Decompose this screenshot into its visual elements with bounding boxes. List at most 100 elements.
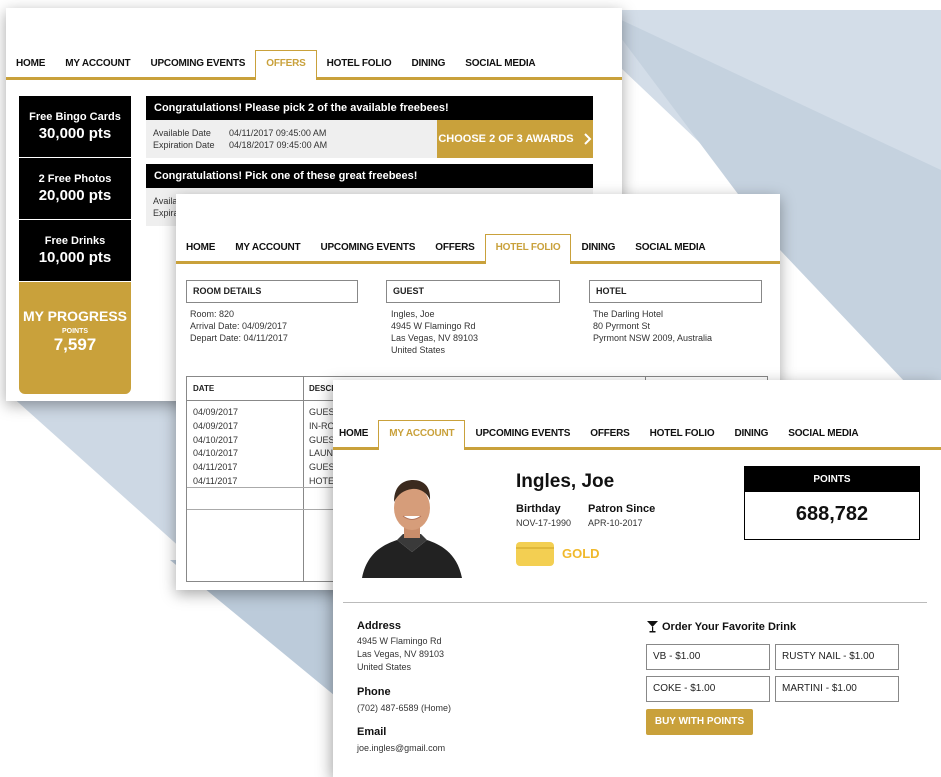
- table-cell-description: GUES: [309, 407, 335, 417]
- table-cell-date: 04/09/2017: [193, 407, 239, 417]
- nav-offers[interactable]: OFFERS: [425, 242, 484, 261]
- table-cell-description: HOTE: [309, 475, 335, 486]
- drink-order-header: Order Your Favorite Drink: [647, 621, 796, 633]
- nav-my-account[interactable]: MY ACCOUNT: [55, 58, 140, 77]
- table-cell-date: 04/10/2017: [193, 448, 239, 459]
- room-details-header: ROOM DETAILS: [186, 280, 358, 303]
- room-number: Room: 820: [190, 309, 235, 319]
- column-header-date: DATE: [187, 377, 303, 401]
- email-label: Email: [357, 726, 387, 738]
- offer-body: Available Date 04/11/2017 09:45:00 AM Exp…: [146, 120, 593, 158]
- nav-social-media[interactable]: SOCIAL MEDIA: [455, 58, 545, 77]
- rewards-sidebar: Free Bingo Cards 30,000 pts 2 Free Photo…: [19, 96, 131, 394]
- expiration-date-label: Expiration Date: [153, 140, 215, 150]
- depart-date: Depart Date: 04/11/2017: [190, 333, 288, 343]
- drink-option[interactable]: MARTINI - $1.00: [775, 676, 899, 702]
- table-cell-date: 04/11/2017: [193, 475, 238, 486]
- reward-title: Free Bingo Cards: [29, 111, 121, 123]
- nav-my-account[interactable]: MY ACCOUNT: [225, 242, 310, 261]
- table-cell-description: IN-RO: [309, 420, 335, 431]
- drink-option[interactable]: COKE - $1.00: [646, 676, 770, 702]
- phone-value: (702) 487-6589 (Home): [357, 703, 452, 713]
- table-cell-date: 04/11/2017: [193, 462, 238, 473]
- section-divider: [343, 602, 927, 603]
- offer-header: Congratulations! Please pick 2 of the av…: [146, 96, 593, 120]
- member-name: Ingles, Joe: [516, 471, 615, 492]
- patron-since-value: APR-10-2017: [588, 518, 643, 528]
- reward-points: 10,000 pts: [38, 249, 112, 266]
- points-label: POINTS: [745, 467, 919, 492]
- membership-card-icon: [516, 542, 554, 566]
- drink-order-title: Order Your Favorite Drink: [662, 621, 797, 633]
- nav-dining[interactable]: DINING: [571, 242, 625, 261]
- progress-title: MY PROGRESS: [23, 308, 127, 324]
- email-value[interactable]: joe.ingles@gmail.com: [357, 742, 445, 755]
- choose-awards-button[interactable]: CHOOSE 2 OF 3 AWARDS: [437, 120, 593, 158]
- table-cell-description: GUES: [309, 434, 335, 445]
- nav-upcoming-events[interactable]: UPCOMING EVENTS: [140, 58, 255, 77]
- address-street: 4945 W Flamingo Rd: [357, 636, 442, 646]
- drink-option[interactable]: VB - $1.00: [646, 644, 770, 670]
- nav-social-media[interactable]: SOCIAL MEDIA: [778, 428, 868, 447]
- cocktail-icon: [647, 621, 658, 633]
- choose-awards-label: CHOOSE 2 OF 3 AWARDS: [438, 133, 574, 145]
- reward-title: 2 Free Photos: [38, 173, 112, 185]
- nav-bar: HOME MY ACCOUNT UPCOMING EVENTS OFFERS H…: [176, 228, 780, 264]
- table-cell-description: LAUN: [309, 448, 334, 459]
- nav-offers[interactable]: OFFERS: [580, 428, 639, 447]
- drink-option[interactable]: RUSTY NAIL - $1.00: [775, 644, 899, 670]
- description-column: GUES IN-RO GUES LAUN GUES HOTE: [309, 406, 335, 489]
- room-details: Room: 820 Arrival Date: 04/09/2017 Depar…: [190, 308, 288, 344]
- hotel-header: HOTEL: [589, 280, 762, 303]
- nav-home[interactable]: HOME: [333, 428, 378, 447]
- reward-points: 30,000 pts: [38, 125, 112, 142]
- table-cell-description: GUES: [309, 462, 335, 473]
- points-box: POINTS 688,782: [744, 466, 920, 540]
- address-country: United States: [357, 662, 412, 672]
- nav-upcoming-events[interactable]: UPCOMING EVENTS: [465, 428, 580, 447]
- nav-bar: HOME MY ACCOUNT UPCOMING EVENTS OFFERS H…: [333, 420, 941, 450]
- progress-card: MY PROGRESS POINTS 7,597: [19, 282, 131, 394]
- hotel-city: Pyrmont NSW 2009, Australia: [593, 333, 713, 343]
- nav-my-account[interactable]: MY ACCOUNT: [378, 420, 466, 450]
- birthday-value: NOV-17-1990: [516, 518, 572, 528]
- expiration-date-value: 04/18/2017 09:45:00 AM: [229, 140, 328, 150]
- nav-dining[interactable]: DINING: [724, 428, 778, 447]
- membership-tier: GOLD: [562, 546, 600, 561]
- column-divider: [303, 377, 304, 581]
- guest-city: Las Vegas, NV 89103: [391, 333, 479, 343]
- my-account-window: HOME MY ACCOUNT UPCOMING EVENTS OFFERS H…: [333, 380, 941, 777]
- reward-card[interactable]: Free Drinks 10,000 pts: [19, 220, 131, 281]
- nav-bar: HOME MY ACCOUNT UPCOMING EVENTS OFFERS H…: [6, 48, 622, 80]
- patron-since-label: Patron Since: [588, 503, 656, 515]
- guest-street: 4945 W Flamingo Rd: [391, 321, 476, 331]
- offer-header: Congratulations! Pick one of these great…: [146, 164, 593, 188]
- nav-home[interactable]: HOME: [6, 58, 55, 77]
- available-date-label: Available Date: [153, 128, 211, 138]
- nav-home[interactable]: HOME: [176, 242, 225, 261]
- nav-hotel-folio[interactable]: HOTEL FOLIO: [484, 234, 572, 264]
- reward-card[interactable]: 2 Free Photos 20,000 pts: [19, 158, 131, 219]
- nav-social-media[interactable]: SOCIAL MEDIA: [625, 242, 715, 261]
- available-date-value: 04/11/2017 09:45:00 AM: [229, 128, 327, 138]
- avatar: [357, 470, 467, 578]
- offer-panel: Congratulations! Please pick 2 of the av…: [146, 96, 593, 158]
- guest-name: Ingles, Joe: [391, 309, 435, 319]
- hotel-street: 80 Pyrmont St: [593, 321, 651, 331]
- nav-dining[interactable]: DINING: [401, 58, 455, 77]
- address-city: Las Vegas, NV 89103: [357, 649, 445, 659]
- hotel-name: The Darling Hotel: [593, 309, 664, 319]
- hotel-details: The Darling Hotel 80 Pyrmont St Pyrmont …: [593, 308, 712, 344]
- address-value: 4945 W Flamingo Rd Las Vegas, NV 89103 U…: [357, 635, 444, 674]
- phone-label: Phone: [357, 686, 391, 698]
- nav-hotel-folio[interactable]: HOTEL FOLIO: [640, 428, 725, 447]
- arrival-date: Arrival Date: 04/09/2017: [190, 321, 288, 331]
- guest-details: Ingles, Joe 4945 W Flamingo Rd Las Vegas…: [391, 308, 478, 356]
- nav-upcoming-events[interactable]: UPCOMING EVENTS: [310, 242, 425, 261]
- reward-card[interactable]: Free Bingo Cards 30,000 pts: [19, 96, 131, 157]
- nav-hotel-folio[interactable]: HOTEL FOLIO: [317, 58, 402, 77]
- guest-header: GUEST: [386, 280, 560, 303]
- guest-country: United States: [391, 345, 446, 355]
- buy-with-points-button[interactable]: BUY WITH POINTS: [646, 709, 753, 735]
- nav-offers[interactable]: OFFERS: [255, 50, 317, 80]
